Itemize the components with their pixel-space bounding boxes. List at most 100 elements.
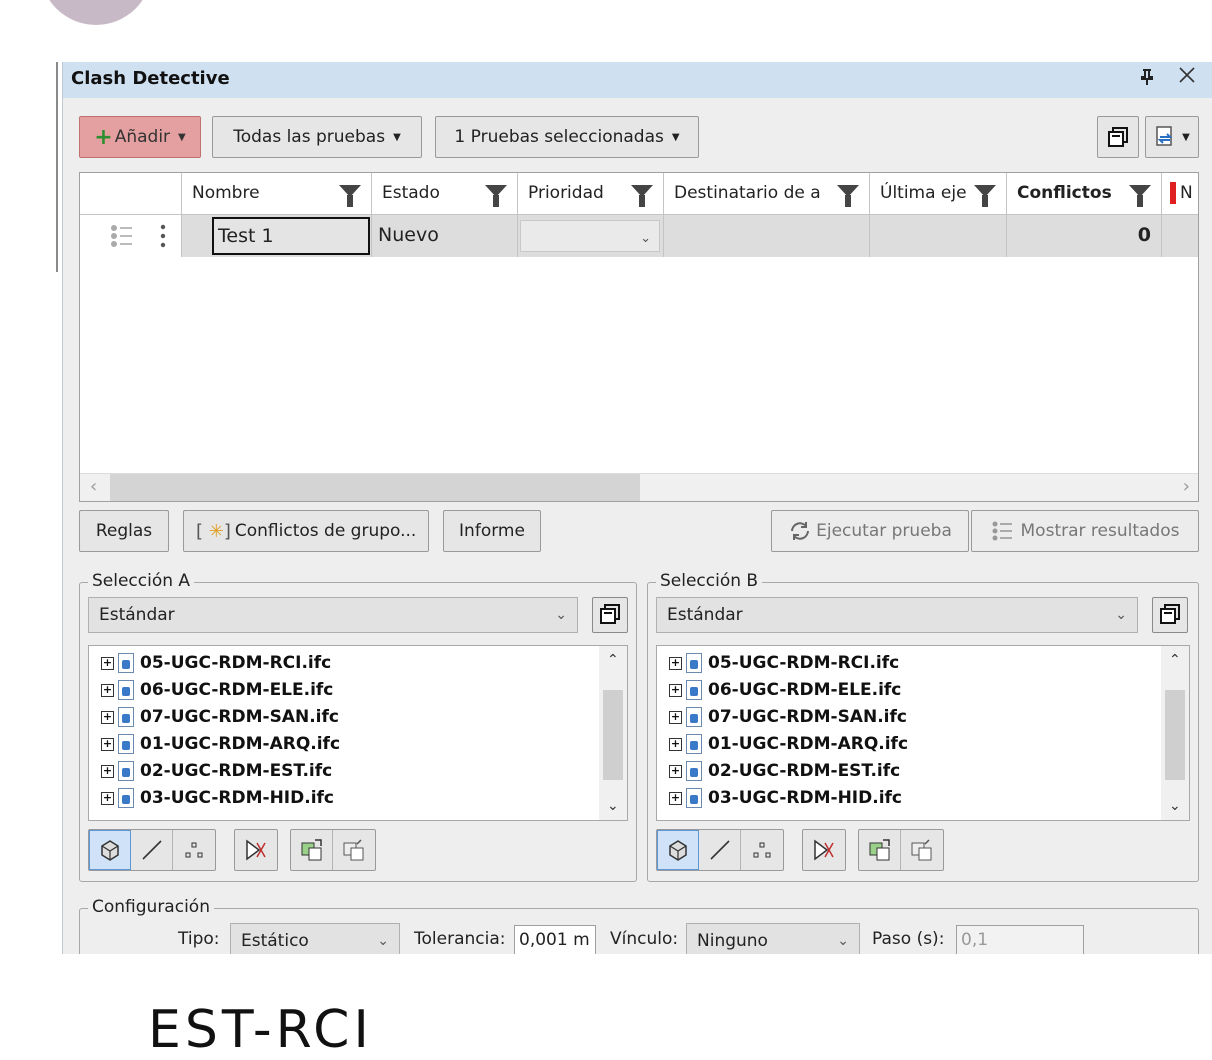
row-handle[interactable] [80,215,182,257]
tree-item[interactable]: +01-UGC-RDM-ARQ.ifc [101,731,340,757]
expand-icon[interactable]: + [669,683,682,697]
scrollbar-thumb[interactable] [603,690,623,780]
select-in-scene-icon[interactable] [333,830,375,870]
vertical-scrollbar[interactable]: ⌃ ⌄ [1161,646,1189,820]
column-header-last-run[interactable]: Última eje [870,173,1007,215]
tree-item[interactable]: +06-UGC-RDM-ELE.ifc [669,677,901,703]
chevron-right-icon[interactable]: › [1183,476,1190,497]
file-label: 03-UGC-RDM-HID.ifc [140,788,334,808]
cell-name[interactable]: Test 1 [182,215,372,257]
tree-item[interactable]: +05-UGC-RDM-RCI.ifc [669,650,899,676]
column-header-conflicts[interactable]: Conflictos [1007,173,1162,215]
expand-icon[interactable]: + [669,656,682,670]
compact-view-button[interactable] [1097,116,1139,158]
surfaces-icon[interactable] [657,830,699,870]
show-results-button[interactable]: Mostrar resultados [971,510,1199,552]
chevron-down-icon[interactable]: ⌄ [607,798,619,814]
expand-icon[interactable]: + [669,791,682,805]
cell-new[interactable] [1162,215,1198,257]
file-label: 01-UGC-RDM-ARQ.ifc [708,734,909,754]
expand-icon[interactable]: + [101,710,114,724]
expand-icon[interactable]: + [101,791,114,805]
tree-item[interactable]: +02-UGC-RDM-EST.ifc [669,758,900,784]
tree-item[interactable]: +06-UGC-RDM-ELE.ifc [101,677,333,703]
group-conflicts-button[interactable]: [ ✳] Conflictos de grupo... [183,510,429,552]
chevron-up-icon[interactable]: ⌃ [1169,652,1181,668]
lines-icon[interactable] [699,830,741,870]
tolerance-input[interactable]: 0,001 m [514,925,596,954]
report-button[interactable]: Informe [443,510,541,552]
filter-icon[interactable] [631,185,653,207]
tree-item[interactable]: +03-UGC-RDM-HID.ifc [669,785,902,811]
column-header-status[interactable]: Estado [372,173,518,215]
self-intersect-icon[interactable] [235,830,277,870]
file-label: 03-UGC-RDM-HID.ifc [708,788,902,808]
selection-b-view-button[interactable] [1152,597,1188,633]
expand-icon[interactable]: + [669,737,682,751]
selection-a-view-button[interactable] [592,597,628,633]
add-test-button[interactable]: + Añadir ▼ [79,116,201,158]
tree-item[interactable]: +05-UGC-RDM-RCI.ifc [101,650,331,676]
tree-item[interactable]: +07-UGC-RDM-SAN.ifc [669,704,907,730]
filter-icon[interactable] [1129,185,1151,207]
filter-icon[interactable] [837,185,859,207]
tree-item[interactable]: +02-UGC-RDM-EST.ifc [101,758,332,784]
more-vertical-icon[interactable] [160,223,166,249]
expand-icon[interactable]: + [669,764,682,778]
select-in-scene-icon[interactable] [901,830,943,870]
column-header-new[interactable]: N [1162,173,1198,215]
chevron-down-icon[interactable]: ⌄ [1169,798,1181,814]
column-header-priority[interactable]: Prioridad [518,173,664,215]
expand-icon[interactable]: + [101,656,114,670]
vertical-scrollbar[interactable]: ⌃ ⌄ [599,646,627,820]
scrollbar-thumb[interactable] [1165,690,1185,780]
horizontal-scrollbar[interactable]: ‹ › [80,473,1198,501]
chevron-left-icon[interactable]: ‹ [90,476,97,497]
import-export-button[interactable]: ▼ [1145,116,1199,158]
cell-assignee[interactable] [664,215,870,257]
rules-button[interactable]: Reglas [79,510,169,552]
expand-icon[interactable]: + [669,710,682,724]
link-select[interactable]: Ninguno ⌄ [686,923,860,954]
tree-item[interactable]: +01-UGC-RDM-ARQ.ifc [669,731,908,757]
type-select[interactable]: Estático ⌄ [230,923,400,954]
points-icon[interactable] [173,830,215,870]
cell-last-run[interactable] [870,215,1007,257]
lines-icon[interactable] [131,830,173,870]
name-editor[interactable]: Test 1 [212,217,370,255]
import-export-icon [1156,126,1173,146]
cell-priority[interactable]: ⌄ [518,215,664,257]
filter-icon[interactable] [974,185,996,207]
tree-item[interactable]: +07-UGC-RDM-SAN.ifc [101,704,339,730]
scrollbar-thumb[interactable] [110,474,640,501]
self-intersect-icon[interactable] [803,830,845,870]
pin-icon[interactable] [1139,68,1155,91]
selection-b-tree[interactable]: +05-UGC-RDM-RCI.ifc +06-UGC-RDM-ELE.ifc … [656,645,1190,821]
column-header-name[interactable]: Nombre [182,173,372,215]
filter-icon[interactable] [485,185,507,207]
chevron-up-icon[interactable]: ⌃ [607,652,619,668]
cell-conflicts[interactable]: 0 [1007,215,1162,257]
selected-tests-dropdown[interactable]: 1 Pruebas seleccionadas ▼ [435,116,699,158]
expand-icon[interactable]: + [101,764,114,778]
surfaces-icon[interactable] [89,830,131,870]
priority-select[interactable]: ⌄ [520,220,660,252]
points-icon[interactable] [741,830,783,870]
all-tests-dropdown[interactable]: Todas las pruebas ▼ [212,116,422,158]
filter-icon[interactable] [339,185,361,207]
close-icon[interactable] [1177,65,1197,91]
expand-icon[interactable]: + [101,683,114,697]
use-current-selection-icon[interactable] [291,830,333,870]
use-current-selection-icon[interactable] [859,830,901,870]
tree-item[interactable]: +03-UGC-RDM-HID.ifc [101,785,334,811]
step-input[interactable]: 0,1 [956,925,1084,954]
expand-icon[interactable]: + [101,737,114,751]
column-header-assignee[interactable]: Destinatario de a [664,173,870,215]
selection-b-mode-select[interactable]: Estándar ⌄ [656,597,1138,633]
table-row[interactable]: Test 1 Nuevo ⌄ 0 [80,215,1198,257]
run-test-button[interactable]: Ejecutar prueba [771,510,969,552]
cell-status[interactable]: Nuevo [372,215,518,257]
selection-a-tree[interactable]: +05-UGC-RDM-RCI.ifc +06-UGC-RDM-ELE.ifc … [88,645,628,821]
file-label: 02-UGC-RDM-EST.ifc [140,761,333,781]
selection-a-mode-select[interactable]: Estándar ⌄ [88,597,578,633]
